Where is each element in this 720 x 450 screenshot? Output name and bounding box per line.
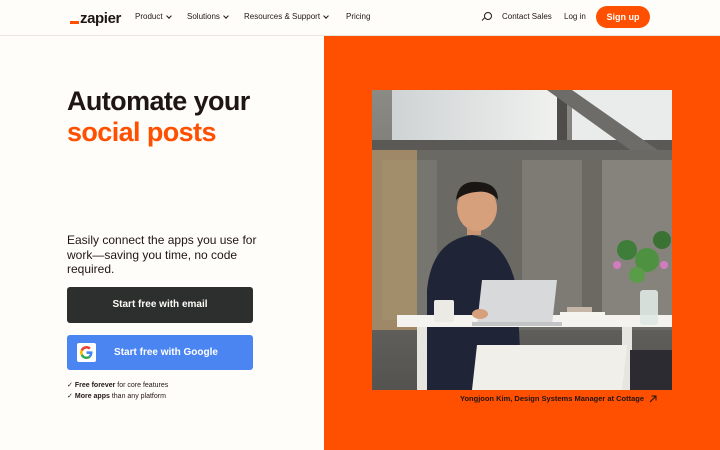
nav-item-product[interactable]: Product <box>135 12 172 21</box>
hero-headline: Automate your social posts <box>67 86 250 148</box>
logo-dash <box>70 21 79 24</box>
chevron-down-icon <box>323 12 329 19</box>
feature-bold: More apps <box>74 393 110 400</box>
hero-photo <box>372 90 672 390</box>
logo-text: zapier <box>80 9 121 27</box>
feature-rest: for core features <box>115 382 169 389</box>
hero-description: Easily connect the apps you use for work… <box>67 233 257 276</box>
nav-item-label: Resources & Support <box>244 12 321 21</box>
feature-free-forever: ✓ Free forever for core features <box>67 381 168 389</box>
nav-item-solutions[interactable]: Solutions <box>187 12 229 21</box>
nav-item-label: Product <box>135 12 163 21</box>
login-link[interactable]: Log in <box>564 12 586 21</box>
checkmark-icon: ✓ <box>67 382 73 389</box>
photo-caption-link[interactable]: Yongjoon Kim, Design Systems Manager at … <box>460 394 657 403</box>
nav-item-label: Solutions <box>187 12 220 21</box>
nav-item-label: Pricing <box>346 12 371 21</box>
feature-rest: than any platform <box>109 393 166 400</box>
search-icon[interactable] <box>481 12 493 23</box>
external-arrow-icon <box>649 395 657 403</box>
caption-text: Yongjoon Kim, Design Systems Manager at … <box>460 394 645 403</box>
start-free-google-button[interactable]: Start free with Google <box>67 335 253 370</box>
signup-button[interactable]: Sign up <box>596 6 650 28</box>
feature-more-apps: ✓ More apps than any platform <box>67 392 166 400</box>
zapier-logo[interactable]: zapier <box>70 9 121 27</box>
start-free-email-button[interactable]: Start free with email <box>67 287 253 323</box>
feature-bold: Free forever <box>74 382 116 389</box>
headline-line-1: Automate your <box>67 86 250 116</box>
google-button-label: Start free with Google <box>114 347 218 358</box>
nav-item-resources[interactable]: Resources & Support <box>244 12 329 21</box>
chevron-down-icon <box>223 12 229 19</box>
top-nav: zapier Product Solutions Resources & Sup… <box>0 0 720 36</box>
checkmark-icon: ✓ <box>67 393 73 400</box>
contact-sales-link[interactable]: Contact Sales <box>502 12 552 21</box>
nav-item-pricing[interactable]: Pricing <box>346 12 370 21</box>
headline-line-2: social posts <box>67 117 216 147</box>
chevron-down-icon <box>165 12 172 19</box>
